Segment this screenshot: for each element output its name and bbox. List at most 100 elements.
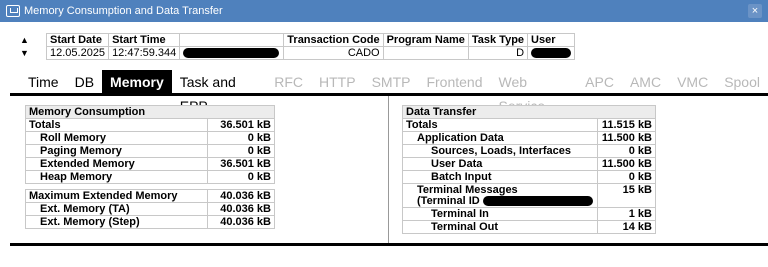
task-type-value: D (467, 46, 529, 60)
window-icon (6, 5, 20, 17)
title-bar: Memory Consumption and Data Transfer × (0, 0, 768, 22)
tab-memory[interactable]: Memory (102, 70, 172, 94)
tab-apc: APC (585, 74, 614, 90)
memory-consumption-table: Memory Consumption Totals 36.501 kB Roll … (25, 105, 276, 229)
tab-http: HTTP (319, 74, 356, 90)
transfer-heading: Data Transfer (402, 105, 656, 119)
table-row: Terminal Messages (Terminal ID 15 kB (401, 183, 656, 208)
table-row: Batch Input 0 kB (401, 170, 656, 184)
tab-rfc: RFC (274, 74, 304, 90)
header-columns: Start Date Start Time Transaction Code P… (45, 33, 576, 47)
table-row: Roll Memory 0 kB (25, 131, 276, 145)
row-label: Totals (401, 118, 599, 132)
redaction-mark (482, 195, 593, 206)
col-start-date: Start Date (45, 33, 110, 47)
memory-heading: Memory Consumption (25, 105, 275, 119)
row-label: Roll Memory (25, 131, 208, 145)
row-value: 1 kB (597, 207, 656, 221)
row-value: 0 kB (206, 131, 276, 145)
table-row: Ext. Memory (Step) 40.036 kB (25, 215, 276, 229)
col-task-type: Task Type (467, 33, 529, 47)
row-value: 15 kB (597, 183, 656, 208)
start-date-value: 12.05.2025 (45, 46, 110, 60)
tab-spool: Spool (724, 74, 760, 90)
row-value: 0 kB (206, 170, 276, 184)
header-values: 12.05.2025 12:47:59.344 CADO D (45, 46, 576, 60)
dialog-window: Memory Consumption and Data Transfer × ▲… (0, 0, 768, 267)
table-row: Paging Memory 0 kB (25, 144, 276, 158)
table-row: Terminal Out 14 kB (401, 220, 656, 234)
row-label: Extended Memory (25, 157, 208, 171)
table-row: Extended Memory 36.501 kB (25, 157, 276, 171)
table-row: Maximum Extended Memory 40.036 kB (25, 189, 276, 203)
row-value: 0 kB (597, 144, 656, 158)
terminal-id-line: (Terminal ID (417, 194, 594, 207)
row-label: Terminal Messages (Terminal ID (401, 183, 599, 208)
table-row: Totals 11.515 kB (401, 118, 656, 132)
tab-strip: Time DB Memory Task and EPP RFC HTTP SMT… (20, 70, 768, 114)
col-program-name: Program Name (382, 33, 469, 47)
table-row: Ext. Memory (TA) 40.036 kB (25, 202, 276, 216)
next-record-icon[interactable]: ▼ (20, 47, 32, 60)
row-value: 0 kB (206, 144, 276, 158)
row-label: Sources, Loads, Interfaces (401, 144, 599, 158)
row-value: 40.036 kB (206, 189, 276, 203)
col-user: User (527, 33, 576, 47)
row-label: User Data (401, 157, 599, 171)
table-row: Terminal In 1 kB (401, 207, 656, 221)
table-row: User Data 11.500 kB (401, 157, 656, 171)
tab-amc: AMC (629, 74, 662, 90)
row-value: 11.500 kB (597, 131, 656, 145)
row-value: 36.501 kB (206, 157, 276, 171)
tab-underline (10, 93, 768, 96)
table-header: Memory Consumption (25, 105, 275, 119)
col-start-time: Start Time (108, 33, 181, 47)
table-row: Heap Memory 0 kB (25, 170, 276, 184)
user-value (527, 46, 576, 60)
previous-record-icon[interactable]: ▲ (20, 34, 32, 47)
row-label: Totals (25, 118, 208, 132)
tab-smtp: SMTP (371, 74, 411, 90)
row-value: 0 kB (597, 170, 656, 184)
table-row: Totals 36.501 kB (25, 118, 276, 132)
col-redacted (179, 33, 285, 47)
data-transfer-table: Data Transfer Totals 11.515 kB Applicatio… (401, 105, 656, 234)
redaction-mark (183, 48, 280, 59)
table-row: Application Data 11.500 kB (401, 131, 656, 145)
program-name-value (382, 46, 469, 60)
row-value: 36.501 kB (206, 118, 276, 132)
redaction-mark (531, 48, 572, 59)
row-value: 11.500 kB (597, 157, 656, 171)
redacted-cell (179, 46, 285, 60)
start-time-value: 12:47:59.344 (108, 46, 181, 60)
row-value: 14 kB (597, 220, 656, 234)
row-label: Ext. Memory (Step) (25, 215, 208, 229)
tab-web-service: Web Service (498, 74, 546, 114)
row-label: Maximum Extended Memory (25, 189, 208, 203)
row-label: Terminal Out (401, 220, 599, 234)
tab-time[interactable]: Time (20, 70, 67, 94)
close-button[interactable]: × (748, 4, 762, 18)
row-value: 11.515 kB (597, 118, 656, 132)
row-label: Paging Memory (25, 144, 208, 158)
header-table: Start Date Start Time Transaction Code P… (45, 33, 576, 60)
bottom-rule (10, 243, 768, 246)
tab-db[interactable]: DB (67, 70, 102, 94)
table-row: Sources, Loads, Interfaces 0 kB (401, 144, 656, 158)
window-title: Memory Consumption and Data Transfer (24, 5, 223, 17)
row-label: Ext. Memory (TA) (25, 202, 208, 216)
col-transaction-code: Transaction Code (283, 33, 384, 47)
transaction-code-value: CADO (283, 46, 384, 60)
row-label: Heap Memory (25, 170, 208, 184)
terminal-id-label: (Terminal ID (417, 194, 480, 207)
record-navigation: ▲ ▼ (20, 34, 32, 60)
row-label: Batch Input (401, 170, 599, 184)
row-label: Application Data (401, 131, 599, 145)
row-value: 40.036 kB (206, 202, 276, 216)
tab-task-and-epp[interactable]: Task and EPP (172, 70, 267, 114)
tab-frontend: Frontend (426, 74, 483, 90)
row-value: 40.036 kB (206, 215, 276, 229)
row-label: Terminal In (401, 207, 599, 221)
tab-vmc: VMC (677, 74, 709, 90)
table-header: Data Transfer (402, 105, 656, 119)
